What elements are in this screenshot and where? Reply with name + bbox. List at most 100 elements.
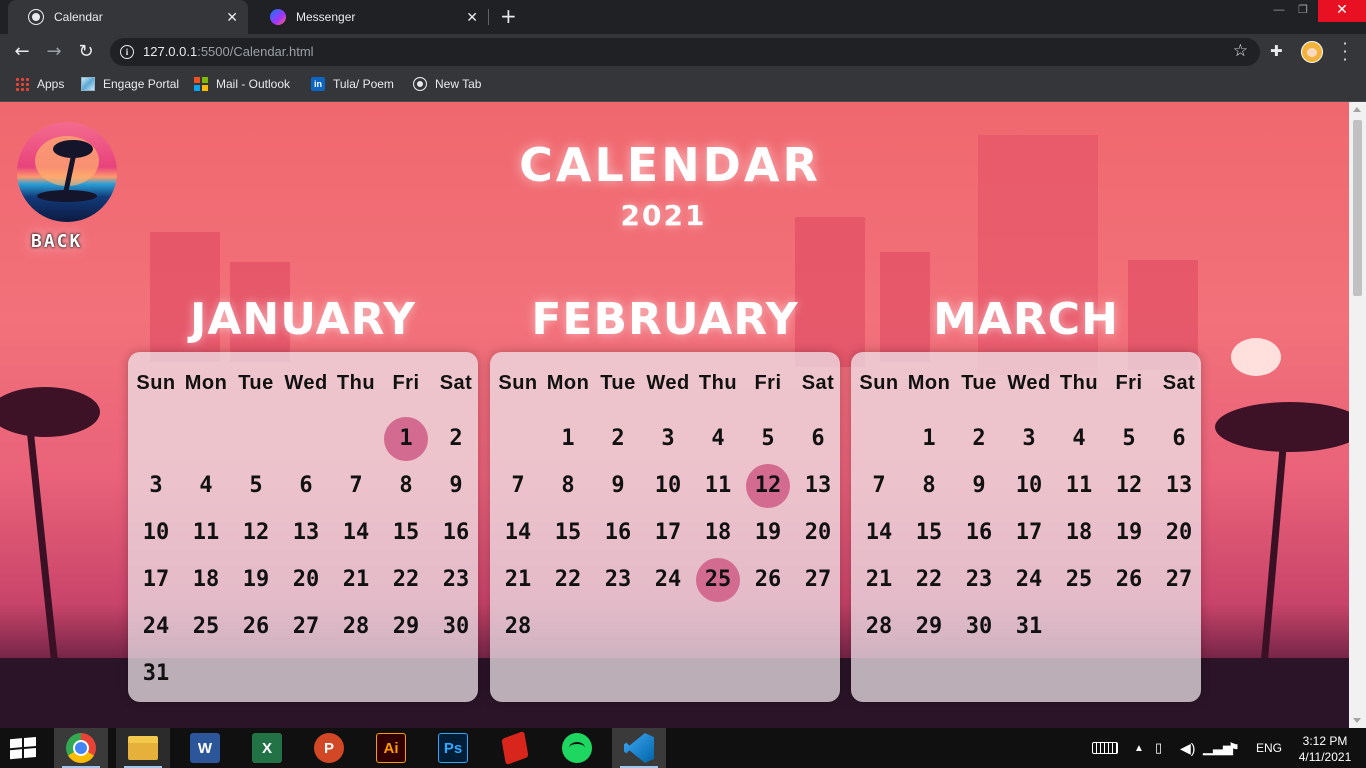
day-cell[interactable]: 10 bbox=[646, 464, 690, 508]
day-cell[interactable]: 28 bbox=[857, 605, 901, 649]
day-cell[interactable]: 12 bbox=[234, 511, 278, 555]
day-cell[interactable]: 26 bbox=[234, 605, 278, 649]
day-cell[interactable]: 10 bbox=[1007, 464, 1051, 508]
highlighted-day-cell[interactable]: 12 bbox=[746, 464, 790, 508]
language-indicator[interactable]: ENG bbox=[1256, 728, 1282, 768]
close-window-icon[interactable]: ✕ bbox=[1318, 0, 1366, 22]
day-cell[interactable]: 3 bbox=[646, 417, 690, 461]
day-cell[interactable]: 30 bbox=[957, 605, 1001, 649]
reload-icon[interactable]: ↻ bbox=[76, 42, 96, 62]
day-cell[interactable]: 12 bbox=[1107, 464, 1151, 508]
day-cell[interactable]: 4 bbox=[696, 417, 740, 461]
day-cell[interactable]: 29 bbox=[384, 605, 428, 649]
bookmark-engage-portal[interactable]: Engage Portal bbox=[81, 77, 179, 91]
day-cell[interactable]: 14 bbox=[334, 511, 378, 555]
close-tab-icon[interactable]: ✕ bbox=[226, 9, 238, 25]
day-cell[interactable]: 9 bbox=[434, 464, 478, 508]
taskbar-illustrator[interactable]: Ai bbox=[364, 728, 418, 768]
day-cell[interactable]: 5 bbox=[234, 464, 278, 508]
day-cell[interactable]: 6 bbox=[1157, 417, 1201, 461]
scroll-thumb[interactable] bbox=[1353, 120, 1362, 296]
day-cell[interactable]: 26 bbox=[1107, 558, 1151, 602]
day-cell[interactable]: 6 bbox=[796, 417, 840, 461]
day-cell[interactable]: 31 bbox=[1007, 605, 1051, 649]
bookmark-new-tab[interactable]: New Tab bbox=[413, 77, 481, 91]
day-cell[interactable]: 19 bbox=[746, 511, 790, 555]
forward-arrow-icon[interactable]: → bbox=[44, 42, 64, 62]
day-cell[interactable]: 20 bbox=[1157, 511, 1201, 555]
day-cell[interactable]: 11 bbox=[184, 511, 228, 555]
action-center-flag-icon[interactable]: ⚑ bbox=[1228, 728, 1240, 768]
restore-icon[interactable]: ❐ bbox=[1286, 0, 1320, 22]
day-cell[interactable]: 14 bbox=[857, 511, 901, 555]
day-cell[interactable]: 1 bbox=[546, 417, 590, 461]
day-cell[interactable]: 3 bbox=[134, 464, 178, 508]
taskbar-powerpoint[interactable]: P bbox=[302, 728, 356, 768]
day-cell[interactable]: 21 bbox=[496, 558, 540, 602]
day-cell[interactable]: 7 bbox=[857, 464, 901, 508]
day-cell[interactable]: 18 bbox=[696, 511, 740, 555]
day-cell[interactable]: 25 bbox=[184, 605, 228, 649]
taskbar-word[interactable]: W bbox=[178, 728, 232, 768]
day-cell[interactable]: 15 bbox=[907, 511, 951, 555]
day-cell[interactable]: 23 bbox=[957, 558, 1001, 602]
day-cell[interactable]: 17 bbox=[1007, 511, 1051, 555]
day-cell[interactable]: 11 bbox=[696, 464, 740, 508]
menu-kebab-icon[interactable]: · · · bbox=[1340, 36, 1350, 68]
day-cell[interactable]: 6 bbox=[284, 464, 328, 508]
start-button[interactable] bbox=[0, 728, 48, 768]
info-icon[interactable]: i bbox=[120, 45, 134, 59]
taskbar-sketchup[interactable] bbox=[488, 728, 542, 768]
address-bar[interactable]: i 127.0.0.1:5500/Calendar.html ☆ bbox=[110, 38, 1260, 66]
day-cell[interactable]: 2 bbox=[957, 417, 1001, 461]
highlighted-day-cell[interactable]: 25 bbox=[696, 558, 740, 602]
day-cell[interactable]: 31 bbox=[134, 652, 178, 696]
day-cell[interactable]: 18 bbox=[1057, 511, 1101, 555]
day-cell[interactable]: 5 bbox=[746, 417, 790, 461]
day-cell[interactable]: 27 bbox=[284, 605, 328, 649]
day-cell[interactable]: 22 bbox=[384, 558, 428, 602]
day-cell[interactable]: 15 bbox=[384, 511, 428, 555]
day-cell[interactable]: 24 bbox=[646, 558, 690, 602]
taskbar-photoshop[interactable]: Ps bbox=[426, 728, 480, 768]
day-cell[interactable]: 23 bbox=[434, 558, 478, 602]
new-tab-button[interactable]: + bbox=[500, 5, 517, 27]
day-cell[interactable]: 28 bbox=[334, 605, 378, 649]
day-cell[interactable]: 2 bbox=[434, 417, 478, 461]
day-cell[interactable]: 16 bbox=[957, 511, 1001, 555]
day-cell[interactable]: 16 bbox=[434, 511, 478, 555]
day-cell[interactable]: 22 bbox=[546, 558, 590, 602]
day-cell[interactable]: 4 bbox=[184, 464, 228, 508]
day-cell[interactable]: 26 bbox=[746, 558, 790, 602]
day-cell[interactable]: 13 bbox=[284, 511, 328, 555]
day-cell[interactable]: 24 bbox=[1007, 558, 1051, 602]
tab-messenger[interactable]: Messenger ✕ bbox=[250, 0, 488, 34]
day-cell[interactable]: 19 bbox=[234, 558, 278, 602]
day-cell[interactable]: 9 bbox=[957, 464, 1001, 508]
day-cell[interactable]: 22 bbox=[907, 558, 951, 602]
device-icon[interactable]: ▯ bbox=[1155, 728, 1162, 768]
day-cell[interactable]: 15 bbox=[546, 511, 590, 555]
taskbar-excel[interactable]: X bbox=[240, 728, 294, 768]
day-cell[interactable]: 17 bbox=[134, 558, 178, 602]
back-arrow-icon[interactable]: ← bbox=[12, 42, 32, 62]
day-cell[interactable]: 1 bbox=[907, 417, 951, 461]
system-clock[interactable]: 3:12 PM 4/11/2021 bbox=[1295, 733, 1355, 765]
bookmark-apps[interactable]: Apps bbox=[15, 77, 64, 91]
day-cell[interactable]: 7 bbox=[496, 464, 540, 508]
volume-icon[interactable]: ◀) bbox=[1180, 728, 1195, 768]
day-cell[interactable]: 8 bbox=[546, 464, 590, 508]
day-cell[interactable]: 24 bbox=[134, 605, 178, 649]
scroll-up-icon[interactable] bbox=[1353, 107, 1361, 112]
day-cell[interactable]: 3 bbox=[1007, 417, 1051, 461]
day-cell[interactable]: 9 bbox=[596, 464, 640, 508]
tab-calendar[interactable]: Calendar ✕ bbox=[8, 0, 248, 34]
day-cell[interactable]: 18 bbox=[184, 558, 228, 602]
extensions-puzzle-icon[interactable]: ✚ bbox=[1270, 42, 1283, 60]
day-cell[interactable]: 21 bbox=[334, 558, 378, 602]
taskbar-spotify[interactable] bbox=[550, 728, 604, 768]
day-cell[interactable]: 20 bbox=[796, 511, 840, 555]
day-cell[interactable]: 13 bbox=[796, 464, 840, 508]
day-cell[interactable]: 27 bbox=[1157, 558, 1201, 602]
day-cell[interactable]: 14 bbox=[496, 511, 540, 555]
